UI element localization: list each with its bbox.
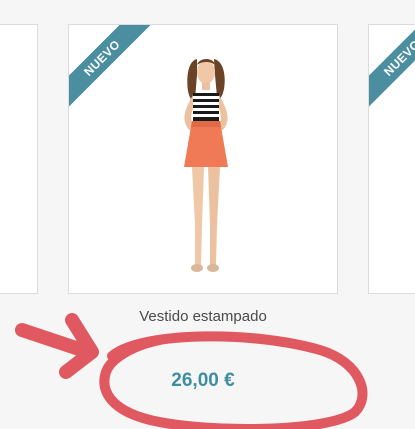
new-badge-right: NUEVO [369,25,415,113]
new-badge-label: NUEVO [69,25,156,112]
annotation-arrow [15,323,95,359]
product-carousel: NUEVO NUEVO Vestido estampado 26,00 € [0,0,415,429]
product-card-left[interactable] [0,24,38,294]
product-title[interactable]: Vestido estampado [68,308,338,325]
annotation-arrowhead [59,313,99,379]
product-price: 26,00 € [171,370,235,391]
product-image[interactable] [164,55,249,277]
product-card-right[interactable]: NUEVO [368,24,415,294]
new-badge: NUEVO [69,25,157,113]
new-badge-right-label: NUEVO [369,25,415,112]
product-card-center[interactable]: NUEVO [68,24,338,294]
